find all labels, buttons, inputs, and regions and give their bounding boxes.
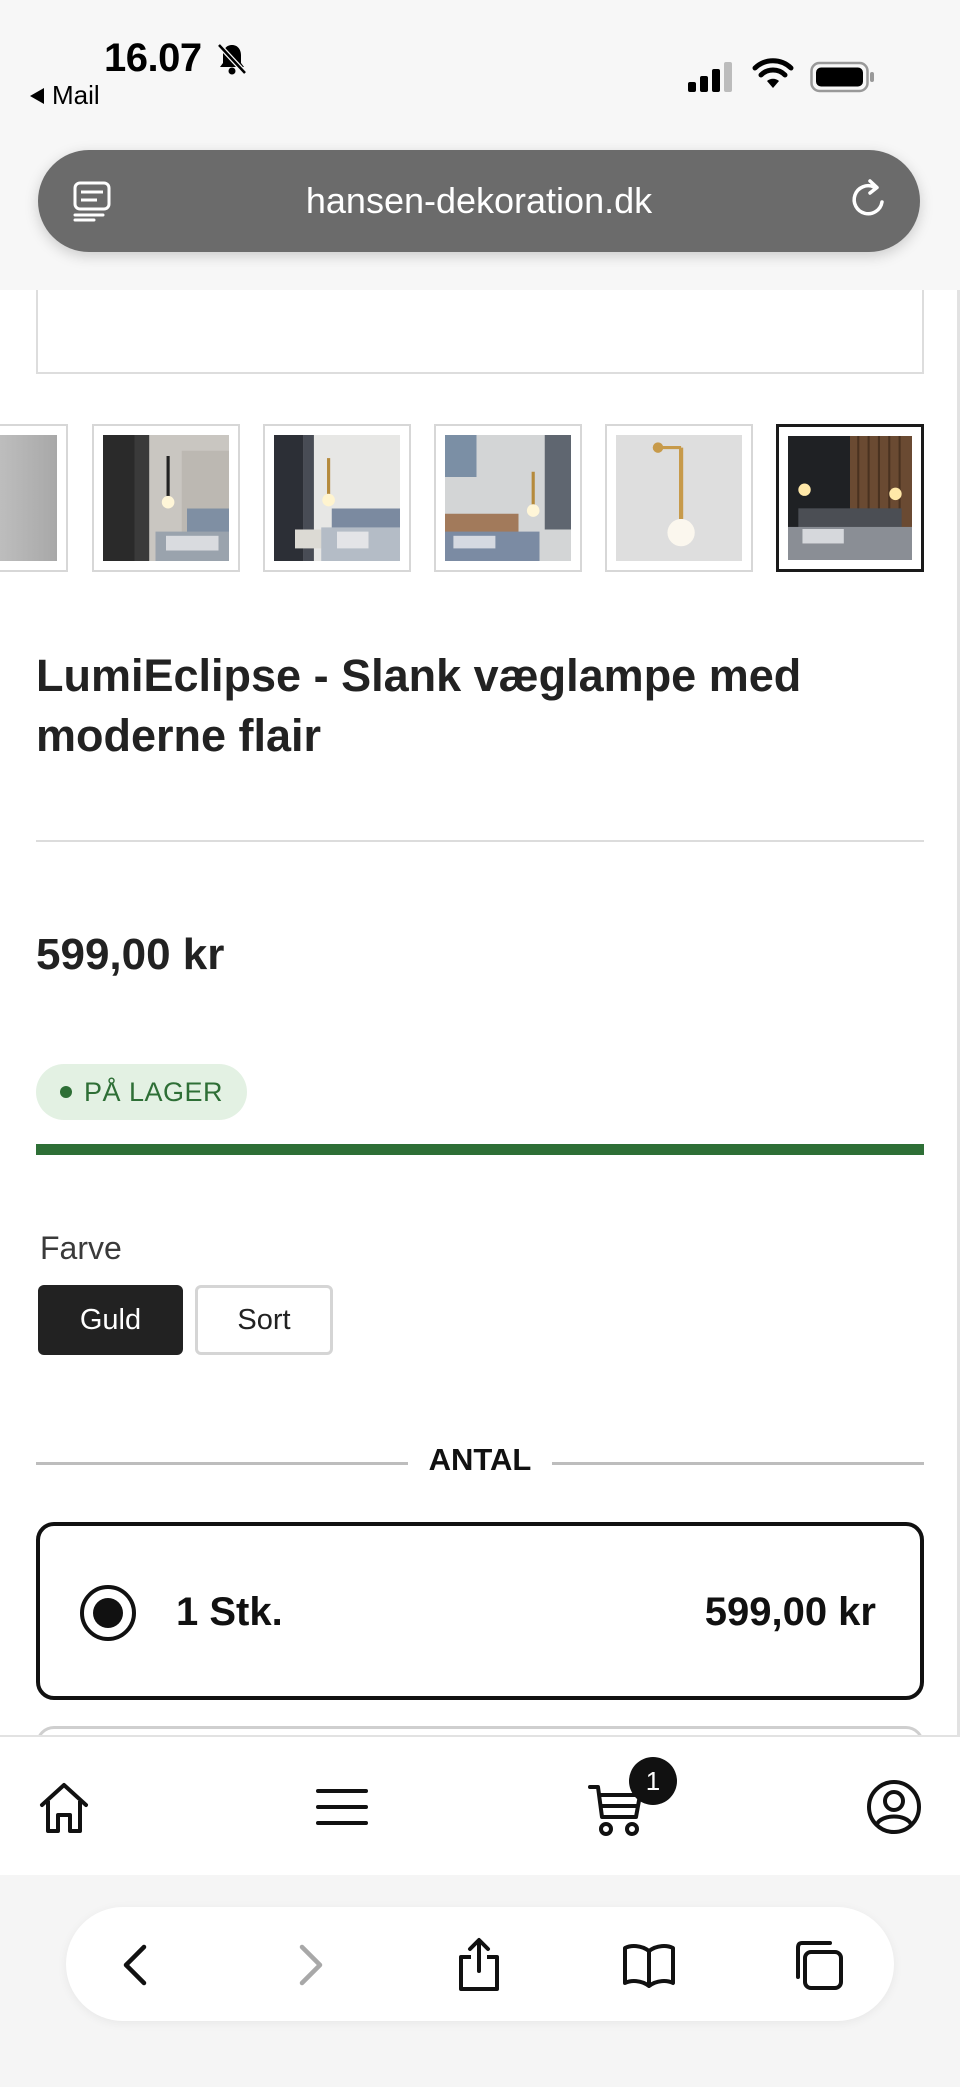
stock-status-text: PÅ LAGER: [84, 1076, 224, 1107]
variant-option-black[interactable]: Sort: [195, 1285, 333, 1355]
bookmarks-icon[interactable]: [621, 1937, 677, 1993]
product-price: 599,00 kr: [36, 930, 225, 979]
status-time: 16.07: [104, 36, 202, 80]
tabs-icon[interactable]: [790, 1937, 846, 1993]
quantity-option-label: 1 Stk.: [176, 1590, 283, 1634]
browser-header: hansen-dekoration.dk: [0, 120, 960, 290]
radio-selected-icon[interactable]: [80, 1585, 136, 1641]
product-page: LumiEclipse - Slank væglampe med moderne…: [0, 290, 960, 1735]
menu-icon[interactable]: [312, 1777, 372, 1837]
back-triangle-icon: [30, 87, 44, 104]
forward-icon[interactable]: [280, 1937, 336, 1993]
store-bottom-nav: 1: [0, 1735, 960, 1875]
thumbnail-image: [103, 435, 229, 561]
thumbnail-image: [274, 435, 400, 561]
bell-slash-icon: [217, 43, 247, 75]
url-text[interactable]: hansen-dekoration.dk: [38, 180, 920, 222]
thumbnail-3[interactable]: [434, 424, 582, 572]
thumbnail-partial[interactable]: [0, 424, 68, 572]
back-to-app-link[interactable]: Mail: [30, 80, 100, 111]
account-icon[interactable]: [864, 1777, 924, 1837]
thumbnail-2[interactable]: [263, 424, 411, 572]
reload-icon[interactable]: [846, 178, 890, 222]
divider: [36, 840, 924, 842]
quantity-option-2[interactable]: [36, 1726, 924, 1735]
thumbnail-image: [788, 436, 912, 560]
main-product-image: [36, 290, 924, 374]
back-icon[interactable]: [110, 1937, 166, 1993]
safari-toolbar: [0, 1875, 960, 2087]
stock-bar: [36, 1144, 924, 1155]
share-icon[interactable]: [451, 1937, 507, 1993]
quantity-heading: ANTAL: [428, 1442, 532, 1477]
home-icon[interactable]: [34, 1777, 94, 1837]
toolbar-pill: [66, 1907, 894, 2021]
status-bar: 16.07 Mail: [0, 0, 960, 120]
thumbnail-1[interactable]: [92, 424, 240, 572]
address-bar[interactable]: hansen-dekoration.dk: [38, 150, 920, 252]
thumbnail-5[interactable]: [776, 424, 924, 572]
cellular-signal-icon: [688, 62, 732, 92]
product-title: LumiEclipse - Slank væglampe med moderne…: [36, 650, 802, 761]
thumbnail-image: [616, 435, 742, 561]
cart-count-badge: 1: [629, 1757, 677, 1805]
wifi-icon: [752, 58, 794, 88]
variant-option-gold[interactable]: Guld: [38, 1285, 183, 1355]
thumbnail-image: [445, 435, 571, 561]
back-app-label: Mail: [52, 80, 100, 110]
quantity-option-1[interactable]: 1 Stk. 599,00 kr: [36, 1522, 924, 1700]
thumbnail-4[interactable]: [605, 424, 753, 572]
stock-dot-icon: [60, 1086, 72, 1098]
heading-rule-right: [552, 1462, 924, 1465]
stock-status-badge: PÅ LAGER: [36, 1064, 248, 1120]
quantity-option-price: 599,00 kr: [704, 1590, 876, 1634]
variant-label: Farve: [40, 1230, 122, 1266]
thumbnail-strip[interactable]: [0, 424, 960, 572]
battery-icon: [810, 61, 874, 93]
